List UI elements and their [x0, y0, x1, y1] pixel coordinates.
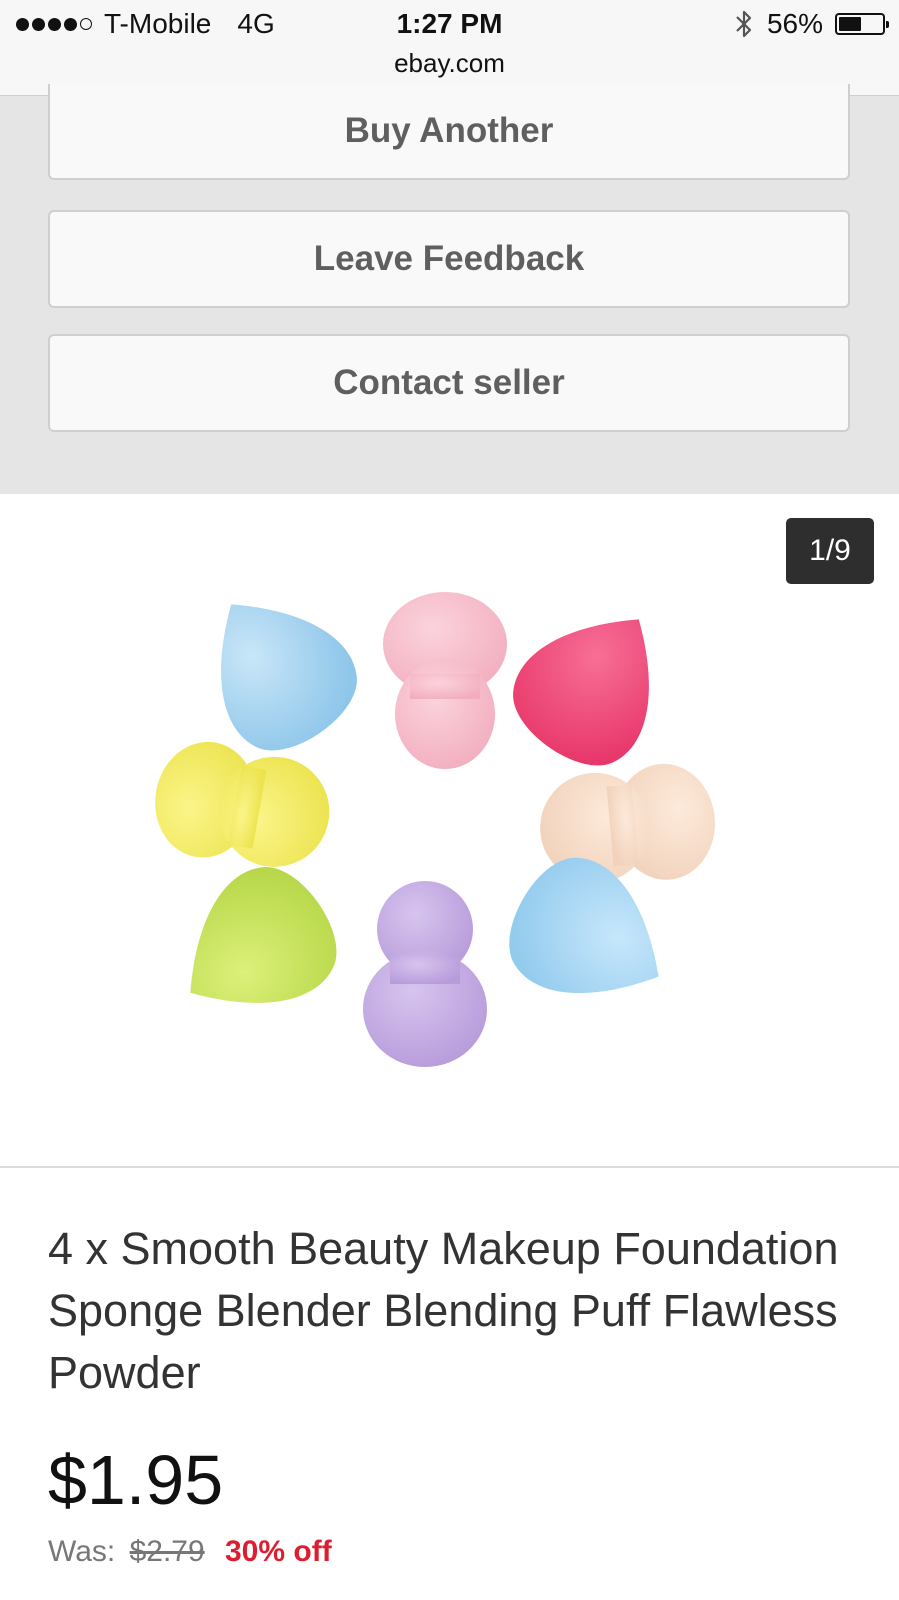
- green-sponge-shape: [190, 867, 337, 1003]
- image-counter: 1/9: [786, 518, 874, 584]
- current-price: $1.95: [48, 1441, 224, 1519]
- purple-sponge-shape: [363, 881, 487, 1067]
- yellow-sponge-shape: [155, 741, 330, 867]
- bluetooth-icon: [736, 10, 752, 38]
- contact-seller-button[interactable]: Contact seller: [48, 334, 850, 432]
- was-label: Was:: [48, 1535, 116, 1568]
- was-price-line: Was: $2.79 30% off: [48, 1532, 332, 1572]
- makeup-sponges-image[interactable]: [130, 574, 750, 1094]
- battery-percent: 56%: [766, 8, 823, 39]
- original-price: $2.79: [129, 1535, 205, 1568]
- buy-another-button[interactable]: Buy Another: [48, 84, 850, 180]
- address-url[interactable]: ebay.com: [0, 48, 899, 79]
- leave-feedback-button[interactable]: Leave Feedback: [48, 210, 850, 308]
- image-gallery[interactable]: 1/9: [0, 494, 899, 1168]
- status-right: 56%: [733, 8, 889, 40]
- order-actions: Buy Another Leave Feedback Contact selle…: [0, 84, 899, 494]
- battery-icon: [835, 13, 889, 35]
- discount-badge: 30% off: [225, 1535, 332, 1568]
- product-title: 4 x Smooth Beauty Makeup Foundation Spon…: [48, 1223, 839, 1398]
- pink-sponge-shape: [383, 592, 507, 769]
- status-bar: T-Mobile 4G 1:27 PM ebay.com 56%: [0, 0, 899, 96]
- blue-sponge-shape: [221, 604, 357, 751]
- hot-pink-sponge-shape: [513, 619, 649, 766]
